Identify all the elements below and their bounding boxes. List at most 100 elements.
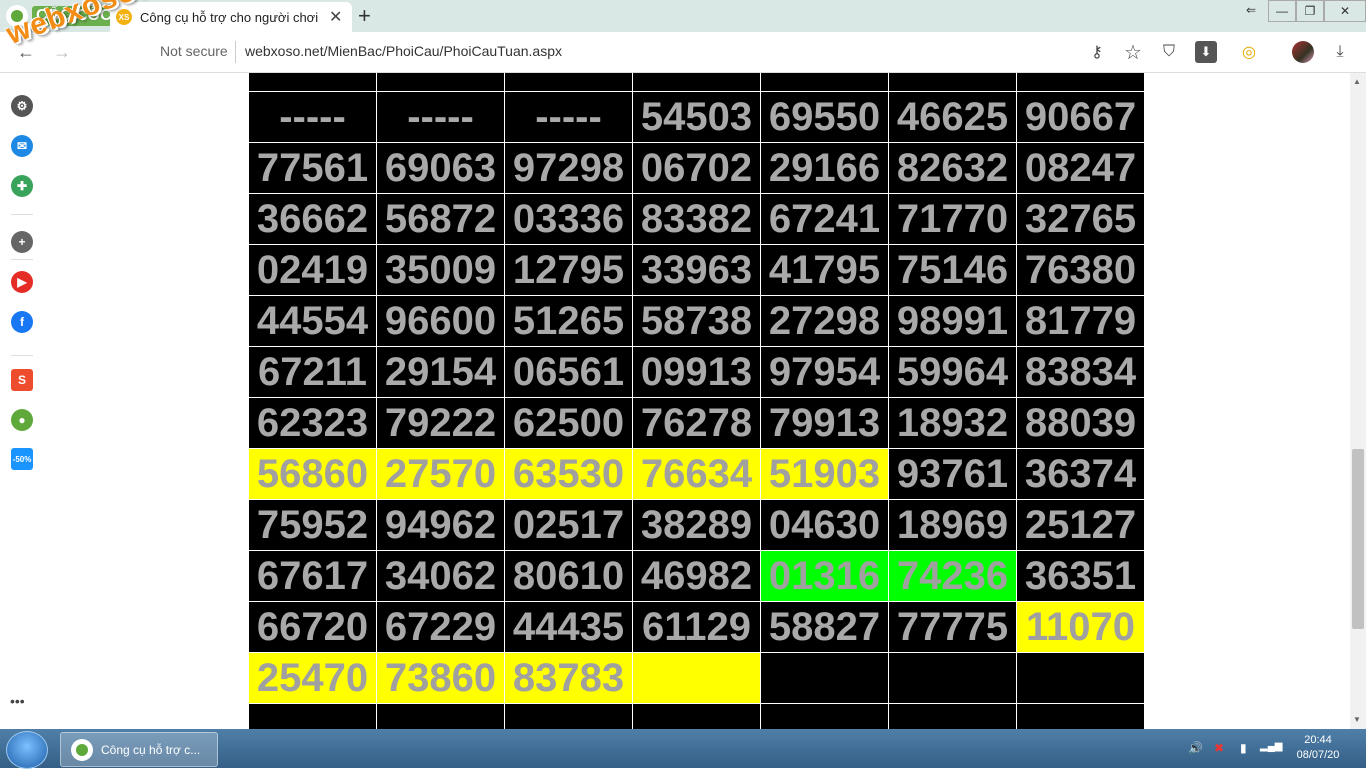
maximize-button[interactable]: ❐	[1296, 0, 1324, 22]
grid-cell	[633, 653, 760, 703]
grid-cell: 34062	[377, 551, 504, 601]
shield-icon[interactable]: ⛉	[1158, 41, 1180, 63]
gamepad-icon[interactable]: ✚	[11, 175, 33, 197]
grid-cell: 02517	[505, 500, 632, 550]
grid-cell: 67241	[761, 194, 888, 244]
forward-button[interactable]: →	[50, 40, 74, 64]
grid-cell: 11070	[1017, 602, 1144, 652]
grid-cell: 96600	[377, 296, 504, 346]
grid-cell: 67617	[249, 551, 376, 601]
grid-cell: 51265	[505, 296, 632, 346]
network-error-icon[interactable]: ✖	[1214, 741, 1224, 755]
back-to-tab-icon[interactable]: ⇐	[1240, 0, 1262, 20]
grid-cell: 88039	[1017, 398, 1144, 448]
add-icon[interactable]: +	[11, 231, 33, 253]
address-toolbar: ← → Not secure webxoso.net/MienBac/PhoiC…	[0, 32, 1366, 73]
downloads-menu-icon[interactable]: ⤓	[1329, 41, 1351, 63]
tab-strip: CỐC CỐC XS Công cụ hỗ trợ cho người chơi…	[0, 0, 1366, 32]
page-content: ----- ----- ----- 54503 69550 46625 90667 77561…	[44, 73, 1350, 729]
url-separator	[235, 41, 236, 63]
grid-cell: 02419	[249, 245, 376, 295]
tab-title: Công cụ hỗ trợ cho người chơi	[140, 9, 319, 25]
grid-cell: 69550	[761, 92, 888, 142]
grid-cell: 83382	[633, 194, 760, 244]
grid-cell: 74236	[889, 551, 1016, 601]
grid-cell: 58738	[633, 296, 760, 346]
grid-cell: 71770	[889, 194, 1016, 244]
volume-icon[interactable]: 🔊	[1188, 741, 1203, 755]
grid-cell: 29154	[377, 347, 504, 397]
grid-cell: 77775	[889, 602, 1016, 652]
grid-cell: 61129	[633, 602, 760, 652]
settings-icon[interactable]: ⚙	[11, 95, 33, 117]
grid-cell	[761, 653, 888, 703]
tab-close-icon[interactable]: ✕	[329, 7, 342, 27]
download-icon[interactable]: ⬇	[1195, 41, 1217, 63]
coccoc-icon[interactable]: ●	[11, 409, 33, 431]
grid-cell-partial	[377, 704, 504, 729]
grid-cell: 41795	[761, 245, 888, 295]
grid-cell: -----	[505, 92, 632, 142]
messenger-icon[interactable]: ✉	[11, 135, 33, 157]
facebook-icon[interactable]: f	[11, 311, 33, 333]
grid-cell-partial	[633, 704, 760, 729]
grid-cell: 12795	[505, 245, 632, 295]
grid-cell: 54503	[633, 92, 760, 142]
profile-avatar[interactable]	[1292, 41, 1314, 63]
grid-cell: 97954	[761, 347, 888, 397]
key-icon[interactable]: ⚷	[1086, 41, 1108, 63]
grid-cell: 27298	[761, 296, 888, 346]
grid-cell: 38289	[633, 500, 760, 550]
grid-cell: 46982	[633, 551, 760, 601]
star-icon[interactable]: ☆	[1122, 41, 1144, 64]
grid-cell: 63530	[505, 449, 632, 499]
grid-cell-partial	[377, 73, 504, 91]
start-button[interactable]	[6, 731, 48, 769]
sidebar-divider	[11, 259, 33, 260]
new-tab-button[interactable]: +	[358, 3, 371, 29]
tiki-icon[interactable]: -50%	[11, 448, 33, 470]
system-clock[interactable]: 20:44 08/07/20	[1290, 733, 1346, 763]
more-icon[interactable]: •••	[10, 693, 25, 709]
grid-cell: 75146	[889, 245, 1016, 295]
signal-icon[interactable]: ▂▄▆	[1260, 741, 1282, 752]
grid-cell: 03336	[505, 194, 632, 244]
minimize-button[interactable]: —	[1268, 0, 1296, 22]
scroll-up-icon[interactable]: ▲	[1353, 77, 1361, 86]
scroll-down-icon[interactable]: ▼	[1353, 715, 1361, 724]
grid-cell: 25127	[1017, 500, 1144, 550]
grid-cell: 44435	[505, 602, 632, 652]
grid-cell: 06702	[633, 143, 760, 193]
tab-active[interactable]: XS Công cụ hỗ trợ cho người chơi ✕	[110, 2, 352, 32]
shopee-icon[interactable]: S	[11, 369, 33, 391]
security-info[interactable]: Not secure	[160, 43, 228, 59]
close-window-button[interactable]: ✕	[1324, 0, 1366, 22]
scroll-thumb[interactable]	[1352, 449, 1364, 629]
grid-cell: 77561	[249, 143, 376, 193]
extension-icon[interactable]: ◎	[1238, 41, 1260, 63]
grid-cell: 18969	[889, 500, 1016, 550]
coccoc-icon	[71, 738, 93, 761]
grid-cell: 76380	[1017, 245, 1144, 295]
grid-cell: 18932	[889, 398, 1016, 448]
grid-cell: 36662	[249, 194, 376, 244]
grid-cell: 67211	[249, 347, 376, 397]
grid-cell: 25470	[249, 653, 376, 703]
grid-cell: 04630	[761, 500, 888, 550]
grid-cell: 62323	[249, 398, 376, 448]
taskbar-app-label: Công cụ hỗ trợ c...	[101, 742, 201, 757]
grid-cell: 35009	[377, 245, 504, 295]
taskbar-app-coccoc[interactable]: Công cụ hỗ trợ c...	[60, 732, 218, 767]
page-scrollbar[interactable]: ▲ ▼	[1350, 73, 1366, 729]
grid-cell-partial	[1017, 704, 1144, 729]
grid-cell: 08247	[1017, 143, 1144, 193]
grid-cell: 90667	[1017, 92, 1144, 142]
youtube-icon[interactable]: ▶	[11, 271, 33, 293]
grid-cell: 97298	[505, 143, 632, 193]
grid-cell: 56872	[377, 194, 504, 244]
power-icon[interactable]: ▮	[1240, 741, 1247, 755]
grid-cell: 79913	[761, 398, 888, 448]
grid-cell: 29166	[761, 143, 888, 193]
grid-cell-partial	[249, 73, 376, 91]
url-input[interactable]: webxoso.net/MienBac/PhoiCau/PhoiCauTuan.…	[245, 43, 562, 59]
